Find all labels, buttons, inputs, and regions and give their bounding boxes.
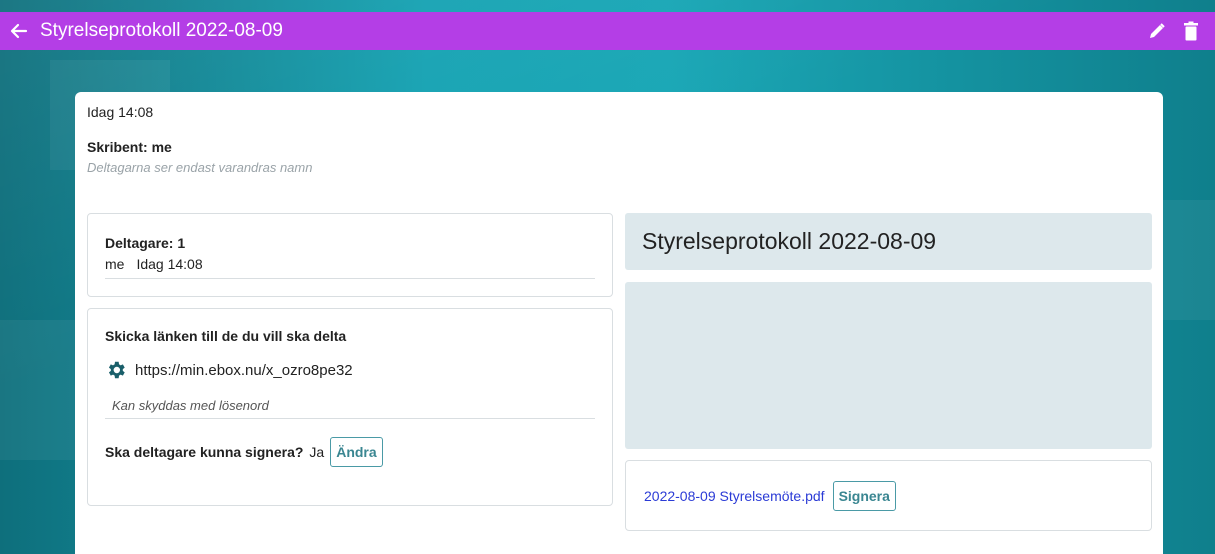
top-bar: Styrelseprotokoll 2022-08-09 [0,12,1215,50]
delete-button[interactable] [1181,20,1201,42]
participant-row: me Idag 14:08 [105,256,203,272]
sign-question: Ska deltagare kunna signera? [105,444,304,460]
divider [105,418,595,419]
scribe-note: Deltagarna ser endast varandras namn [87,160,313,175]
share-settings-button[interactable] [105,359,127,381]
edit-button[interactable] [1147,20,1167,42]
share-url-row: https://min.ebox.nu/x_ozro8pe32 [105,359,353,381]
scribe-label: Skribent: me [87,139,172,155]
participant-name: me [105,256,125,272]
back-button[interactable] [8,20,30,42]
document-body [625,282,1152,449]
topbar-actions [1147,20,1201,42]
trash-icon [1184,21,1198,41]
share-panel: Skicka länken till de du vill ska delta … [87,308,613,506]
background-tile [0,320,75,460]
file-panel: 2022-08-09 Styrelsemöte.pdf Signera [625,460,1152,531]
arrow-left-icon [10,23,28,39]
change-button[interactable]: Ändra [330,437,383,467]
pencil-icon [1150,23,1165,38]
password-note: Kan skyddas med lösenord [112,398,269,413]
divider [105,278,595,279]
share-url[interactable]: https://min.ebox.nu/x_ozro8pe32 [135,362,353,379]
page-title: Styrelseprotokoll 2022-08-09 [40,20,283,41]
file-row: 2022-08-09 Styrelsemöte.pdf Signera [644,481,896,511]
timestamp: Idag 14:08 [87,104,154,120]
share-title: Skicka länken till de du vill ska delta [105,328,347,344]
sign-button[interactable]: Signera [832,481,896,511]
participant-time: Idag 14:08 [136,256,203,272]
file-link[interactable]: 2022-08-09 Styrelsemöte.pdf [644,488,825,504]
sign-setting-row: Ska deltagare kunna signera? Ja Ändra [105,437,383,467]
main-card: Idag 14:08 Skribent: me Deltagarna ser e… [75,92,1163,554]
gear-icon [108,361,125,379]
sign-answer: Ja [309,444,325,460]
participants-panel: Deltagare: 1 me Idag 14:08 [87,213,613,297]
participants-title: Deltagare: 1 [105,235,186,251]
document-title: Styrelseprotokoll 2022-08-09 [625,213,1152,270]
